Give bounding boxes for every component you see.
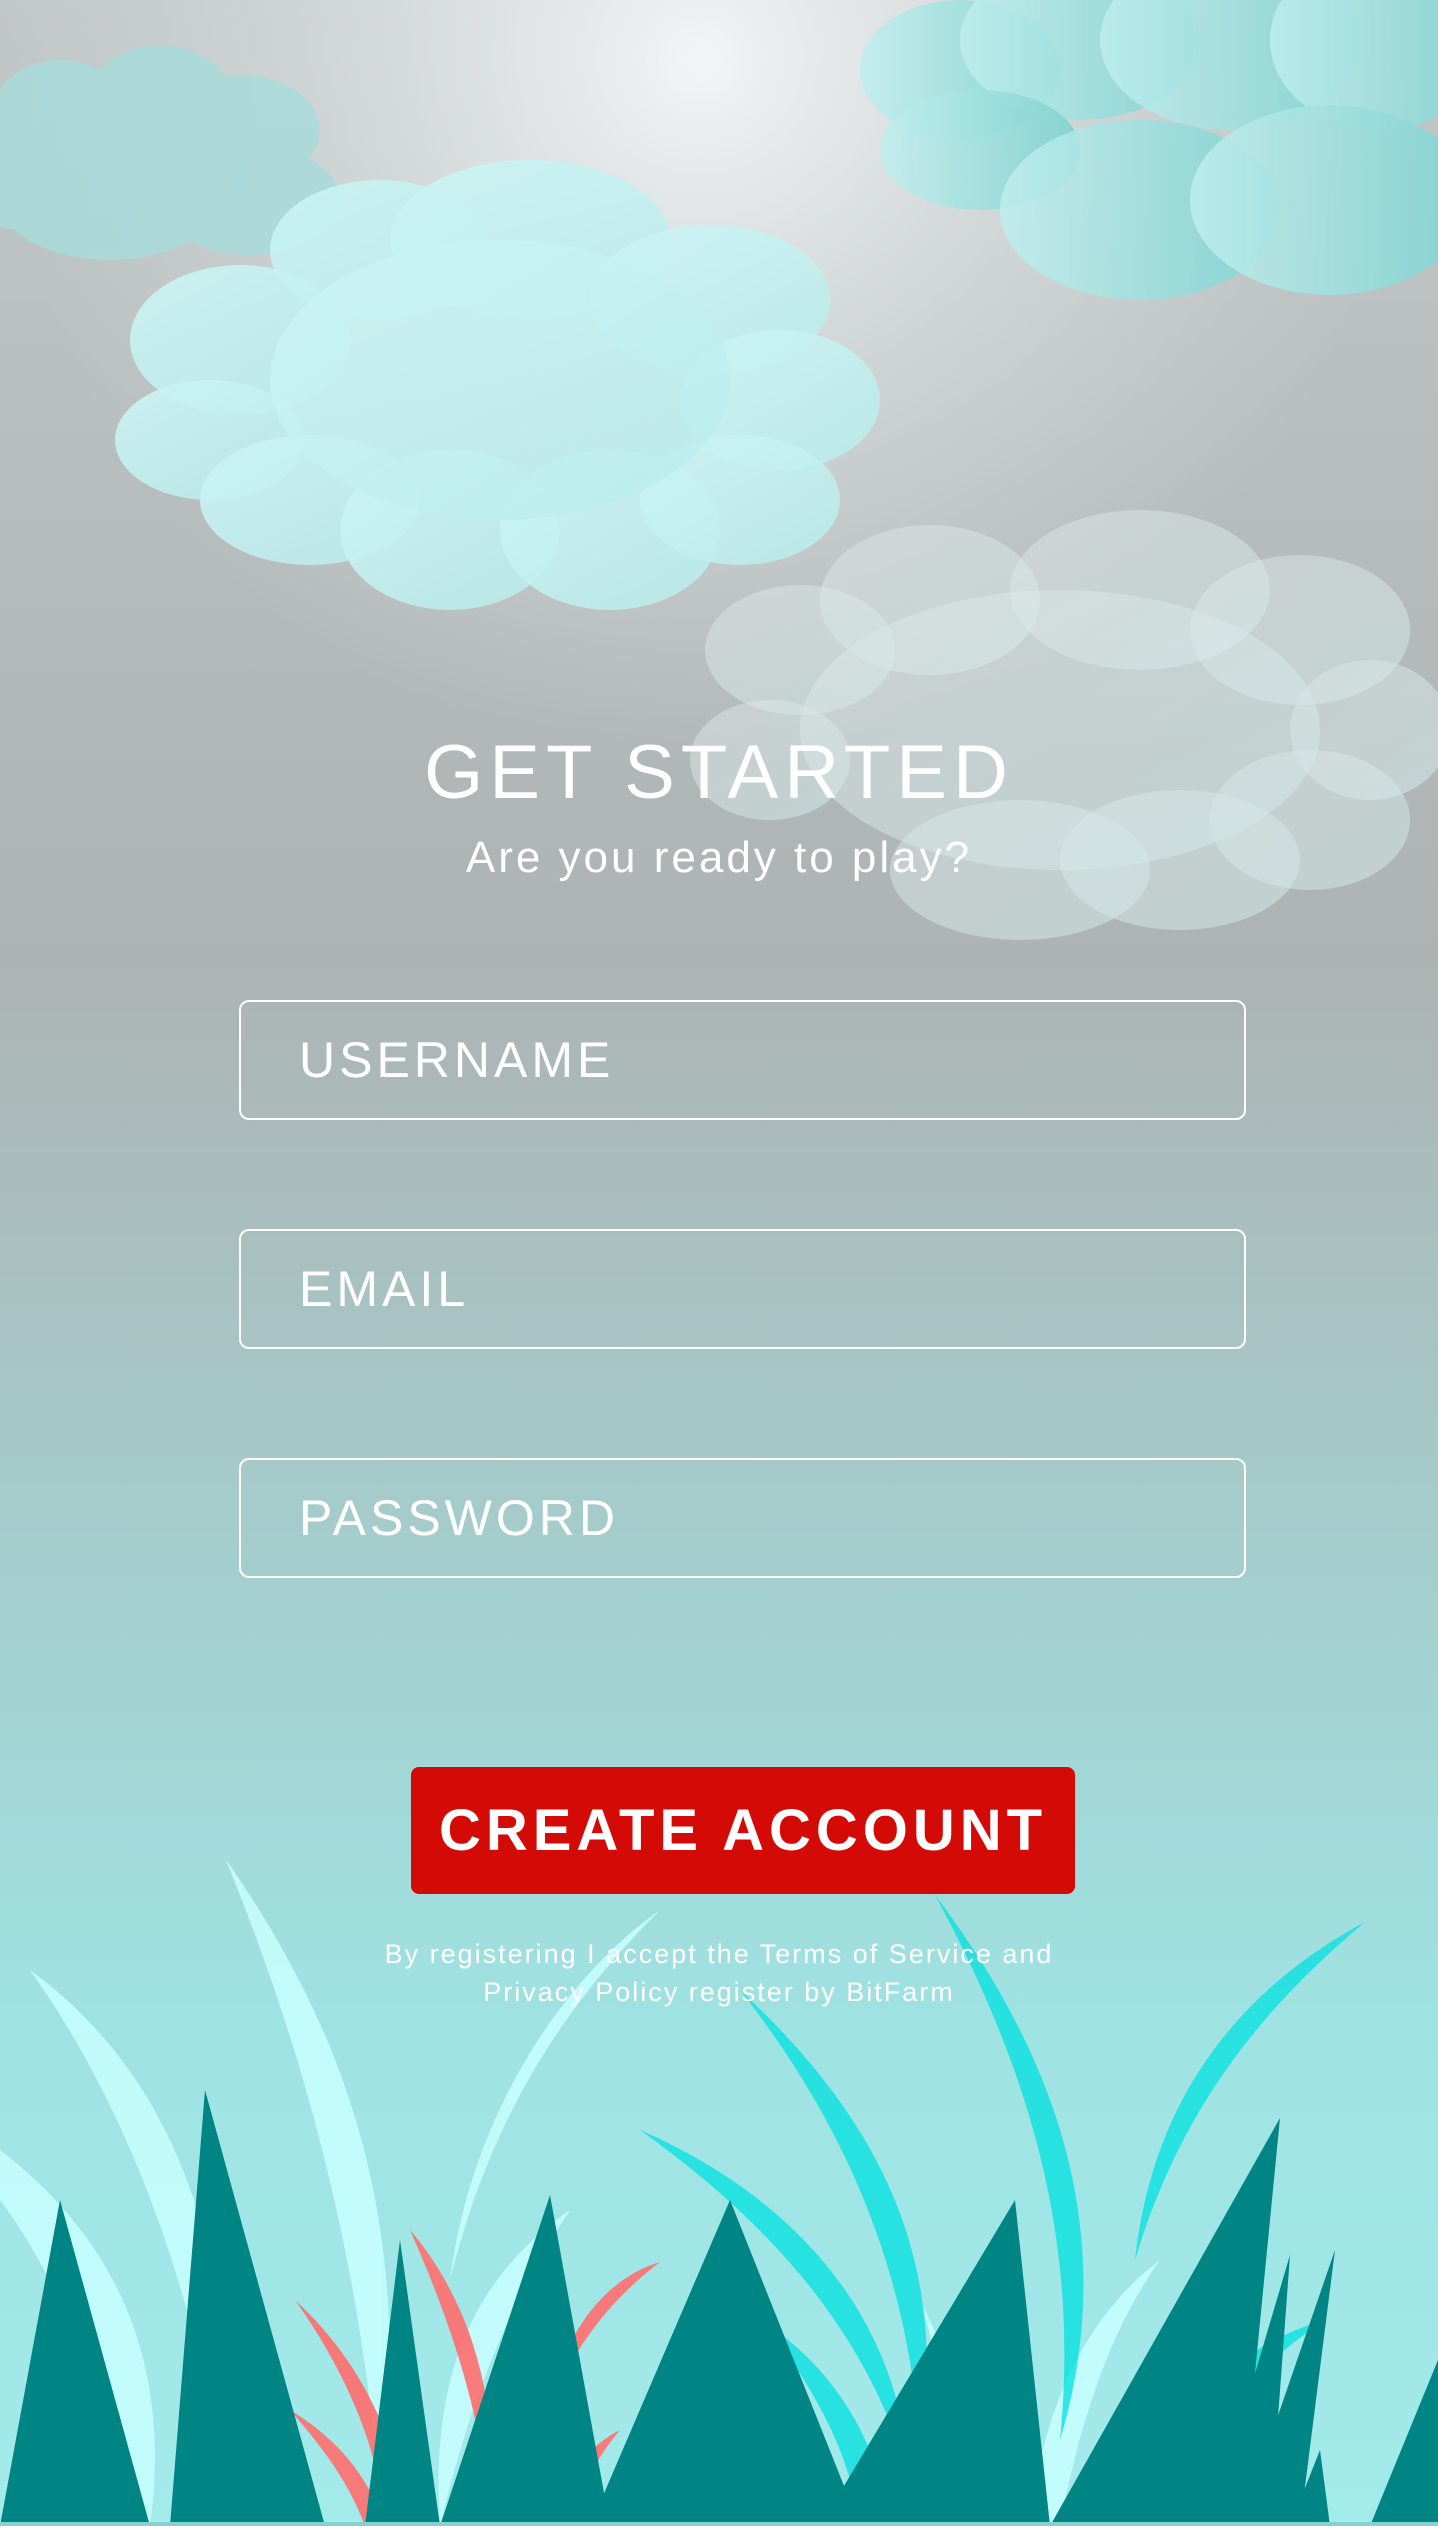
username-input[interactable]	[239, 1000, 1246, 1120]
page-title: GET STARTED	[424, 730, 1014, 815]
page-subtitle: Are you ready to play?	[465, 833, 973, 882]
create-account-button[interactable]: CREATE ACCOUNT	[411, 1767, 1075, 1894]
password-input[interactable]	[239, 1458, 1246, 1578]
email-input[interactable]	[239, 1229, 1246, 1349]
terms-notice: By registering I accept the Terms of Ser…	[384, 1939, 1054, 2007]
